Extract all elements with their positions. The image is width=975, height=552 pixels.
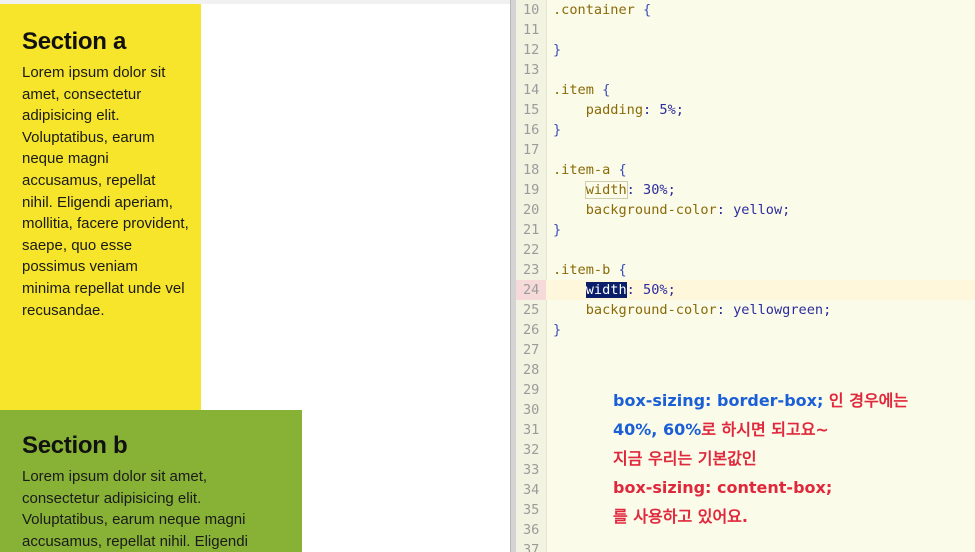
line-number: 13 [523,62,540,78]
code-text[interactable]: .container { [553,0,651,20]
section-a-body: Lorem ipsum dolor sit amet, consectetur … [22,64,189,319]
code-line[interactable]: 18 .item-a { [516,160,975,180]
section-b-body: Lorem ipsum dolor sit amet, consectetur … [22,468,248,550]
line-number: 32 [523,442,540,458]
line-number: 31 [523,422,540,438]
line-number: 29 [523,382,540,398]
line-number: 26 [523,322,540,338]
code-line[interactable]: 19 width: 30%; [516,180,975,200]
code-line[interactable]: 12} [516,40,975,60]
annotation-red-text: box-sizing: content-box; [613,478,833,497]
code-text[interactable]: width: 30%; [553,180,676,200]
code-line[interactable]: 23 .item-b { [516,260,975,280]
annotation-line-3: 지금 우리는 기본값인 [613,444,963,473]
line-number: 23 [523,262,540,278]
code-text[interactable]: } [553,320,561,340]
line-number: 34 [523,482,540,498]
line-number: 12 [523,42,540,58]
code-line[interactable]: 15 padding: 5%; [516,100,975,120]
code-line[interactable]: 17 [516,140,975,160]
code-line[interactable]: 13 [516,60,975,80]
annotation-red-text: 를 사용하고 있어요. [613,507,748,526]
line-number: 35 [523,502,540,518]
code-line[interactable]: 28 [516,360,975,380]
code-line[interactable]: 27 [516,340,975,360]
line-number: 24 [516,280,546,300]
line-number: 17 [523,142,540,158]
code-text[interactable]: .item-a { [553,160,627,180]
annotation-red-text: 지금 우리는 기본값인 [613,449,757,468]
code-text[interactable]: padding: 5%; [553,100,684,120]
line-number: 11 [523,22,540,38]
code-line[interactable]: 16} [516,120,975,140]
code-text[interactable]: .item-b { [553,260,627,280]
line-number: 15 [523,102,540,118]
line-number: 19 [523,182,540,198]
line-number: 25 [523,302,540,318]
code-line[interactable]: 10 .container { [516,0,975,20]
section-b-title: Section b [22,432,128,459]
line-number: 18 [523,162,540,178]
line-number: 37 [523,542,540,552]
line-number: 14 [523,82,540,98]
line-number: 30 [523,402,540,418]
annotation-blue-text: box-sizing: border-box; [613,391,824,410]
line-number: 10 [523,2,540,18]
code-text[interactable]: background-color: yellowgreen; [553,300,832,320]
line-number: 27 [523,342,540,358]
code-line[interactable]: 25 background-color: yellowgreen; [516,300,975,320]
annotation-red-text: 로 하시면 되고요~ [701,420,829,439]
code-text[interactable]: .item { [553,80,610,100]
line-number: 21 [523,222,540,238]
code-line[interactable]: 24 width: 50%; [516,280,975,300]
section-a-box: Section a Lorem ipsum dolor sit amet, co… [0,4,201,410]
code-line[interactable]: 37 [516,540,975,552]
lecture-annotation: box-sizing: border-box; 인 경우에는 40%, 60%로… [613,386,963,531]
line-number: 28 [523,362,540,378]
code-line[interactable]: 22 [516,240,975,260]
code-text[interactable]: } [553,220,561,240]
annotation-red-text: 인 경우에는 [823,391,909,410]
code-line[interactable]: 14 .item { [516,80,975,100]
line-number: 20 [523,202,540,218]
line-number: 22 [523,242,540,258]
section-b-box: Section b Lorem ipsum dolor sit amet, co… [0,410,302,552]
annotation-line-1: box-sizing: border-box; 인 경우에는 [613,386,963,415]
annotation-line-2: 40%, 60%로 하시면 되고요~ [613,415,963,444]
code-line[interactable]: 11 [516,20,975,40]
code-text[interactable]: width: 50%; [553,280,676,300]
code-text[interactable]: } [553,120,561,140]
code-line[interactable]: 20 background-color: yellow; [516,200,975,220]
line-number: 33 [523,462,540,478]
line-number: 36 [523,522,540,538]
annotation-line-4: box-sizing: content-box; [613,473,963,502]
section-a-title: Section a [22,28,126,55]
code-text[interactable]: background-color: yellow; [553,200,791,220]
browser-preview: Section a Lorem ipsum dolor sit amet, co… [0,0,510,552]
line-number: 16 [523,122,540,138]
code-text[interactable]: } [553,40,561,60]
annotation-blue-text: 40%, 60% [613,420,702,439]
code-line[interactable]: 21} [516,220,975,240]
annotation-line-5: 를 사용하고 있어요. [613,502,963,531]
code-line[interactable]: 26} [516,320,975,340]
